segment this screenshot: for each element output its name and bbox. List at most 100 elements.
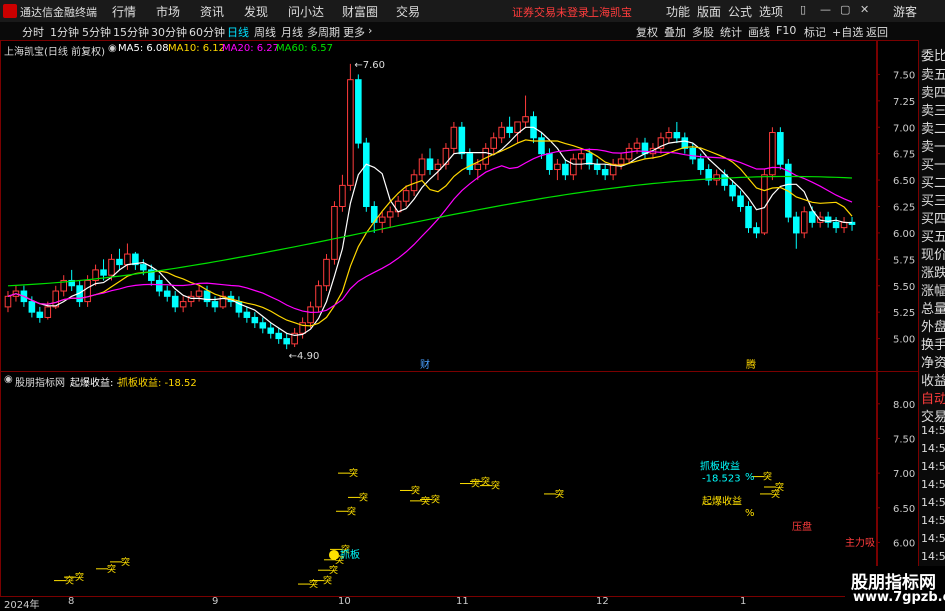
y-tick-label-main: 6.00: [893, 229, 915, 240]
side-item[interactable]: 自动: [921, 388, 945, 407]
period-toolbar: 分时 1分钟 5分钟 15分钟 30分钟 60分钟 日线 周线 月线 多周期 更…: [0, 22, 945, 41]
side-item[interactable]: 外盘: [921, 316, 945, 335]
btn-add-favorite[interactable]: +自选: [832, 24, 863, 40]
menu-gongshi[interactable]: 公式: [728, 3, 752, 20]
side-item[interactable]: 卖一: [921, 136, 945, 155]
side-item[interactable]: 买四: [921, 208, 945, 227]
btn-f10[interactable]: F10: [776, 24, 796, 37]
menu-zixun[interactable]: 资讯: [200, 3, 224, 20]
side-item[interactable]: 买三: [921, 190, 945, 209]
tab-fenshi[interactable]: 分时: [22, 24, 44, 40]
menu-xuanxiang[interactable]: 选项: [759, 3, 783, 20]
side-item[interactable]: 涨跌: [921, 262, 945, 281]
side-item[interactable]: 买一: [921, 154, 945, 173]
side-item[interactable]: 14:56: [921, 532, 945, 545]
candle-body: [729, 184, 736, 197]
menu-wenxiaoda[interactable]: 问小达: [288, 3, 324, 20]
watermark: 股朋指标网 www.7gpzb.com: [845, 566, 945, 609]
tab-daily[interactable]: 日线: [227, 24, 249, 40]
login-status[interactable]: 证券交易未登录: [512, 4, 589, 20]
minimize-icon[interactable]: —: [820, 3, 831, 16]
side-item[interactable]: 现价: [921, 244, 945, 263]
btn-huaxian[interactable]: 画线: [748, 24, 770, 40]
side-item[interactable]: 总量: [921, 298, 945, 317]
side-item[interactable]: 卖四: [921, 82, 945, 101]
candle-body: [442, 147, 450, 165]
tab-1min[interactable]: 1分钟: [50, 24, 79, 40]
side-item[interactable]: 14:56: [921, 550, 945, 563]
y-tick-label-main: 5.50: [893, 282, 915, 293]
btn-tongji[interactable]: 统计: [720, 24, 742, 40]
menu-banmian[interactable]: 版面: [697, 3, 721, 20]
tab-monthly[interactable]: 月线: [281, 24, 303, 40]
menu-hangqing[interactable]: 行情: [112, 3, 136, 20]
candle-body: [402, 190, 410, 202]
candle-body: [100, 269, 107, 276]
tab-multi-period[interactable]: 多周期: [307, 24, 340, 40]
watermark-url: www.7gpzb.com: [853, 590, 945, 605]
tab-30min[interactable]: 30分钟: [151, 24, 187, 40]
tab-more[interactable]: 更多: [343, 24, 365, 40]
side-item[interactable]: 卖三: [921, 100, 945, 119]
side-item[interactable]: 涨幅: [921, 280, 945, 299]
close-icon[interactable]: ✕: [860, 3, 869, 16]
candlestick-chart[interactable]: 7.50 7.25 7.00 6.75 6.50 6.25 6.00 5.75 5.50 5.25…: [0, 40, 917, 370]
tab-60min[interactable]: 60分钟: [189, 24, 225, 40]
candle-body: [554, 163, 561, 171]
tu-marker-label: 突: [349, 467, 358, 479]
candle-body: [562, 163, 569, 176]
y-tick-label-main: 7.25: [893, 97, 915, 108]
tab-5min[interactable]: 5分钟: [82, 24, 111, 40]
candle-body: [546, 153, 553, 171]
tu-marker-label: 突: [107, 563, 116, 575]
candle-body: [745, 206, 752, 229]
menu-caifuquan[interactable]: 财富圈: [342, 3, 378, 20]
side-item[interactable]: 14:56: [921, 442, 945, 455]
menu-faxian[interactable]: 发现: [244, 3, 268, 20]
side-item[interactable]: 14:56: [921, 514, 945, 527]
x-label-10: 10: [338, 596, 351, 607]
tu-marker-label: 突: [763, 471, 772, 483]
side-item[interactable]: 委比: [921, 45, 945, 64]
candle-body: [339, 184, 346, 208]
side-item[interactable]: 14:56: [921, 424, 945, 437]
side-item[interactable]: 买五: [921, 226, 945, 245]
side-item[interactable]: 卖五: [921, 64, 945, 83]
candle-body: [211, 301, 219, 308]
side-item[interactable]: 净资: [921, 352, 945, 371]
menu-gongneng[interactable]: 功能: [666, 3, 690, 20]
tu-marker-label: 突: [121, 556, 130, 568]
tab-weekly[interactable]: 周线: [254, 24, 276, 40]
side-item[interactable]: 收益: [921, 370, 945, 389]
tu-marker-label: 突: [323, 575, 332, 587]
chevron-right-icon[interactable]: ›: [368, 24, 372, 37]
menu-jiaoyi[interactable]: 交易: [396, 3, 420, 20]
tab-15min[interactable]: 15分钟: [113, 24, 149, 40]
candle-body: [506, 126, 513, 134]
maximize-icon[interactable]: ▢: [840, 3, 850, 16]
side-item[interactable]: 卖二: [921, 118, 945, 137]
candle-body: [36, 311, 44, 318]
side-item[interactable]: 14:56: [921, 478, 945, 491]
side-item[interactable]: 买二: [921, 172, 945, 191]
side-item[interactable]: 14:56: [921, 460, 945, 473]
x-label-8: 8: [68, 596, 75, 607]
btn-return[interactable]: 返回: [866, 24, 888, 40]
side-item[interactable]: 换手: [921, 334, 945, 353]
y-tick-label-main: 5.25: [893, 308, 915, 319]
zhuaban-annotation-pct: %: [745, 472, 755, 483]
btn-diejia[interactable]: 叠加: [664, 24, 686, 40]
candle-body: [753, 227, 760, 234]
side-item[interactable]: 交易: [921, 406, 945, 425]
user-label[interactable]: 游客: [893, 3, 917, 20]
btn-duogu[interactable]: 多股: [692, 24, 714, 40]
btn-biaoji[interactable]: 标记: [804, 24, 826, 40]
zhuaban-annotation-value: -18.523: [702, 473, 741, 484]
side-item[interactable]: 14:56: [921, 496, 945, 509]
candle-body: [275, 332, 282, 340]
y-tick-label-main: 7.50: [893, 70, 915, 81]
indicator-chart[interactable]: 8.007.507.006.506.005.50突突突突突突突突突突突突突突突突…: [0, 371, 917, 595]
user-icon[interactable]: ▯: [800, 3, 806, 16]
menu-shichang[interactable]: 市场: [156, 3, 180, 20]
btn-fuquan[interactable]: 复权: [636, 24, 658, 40]
